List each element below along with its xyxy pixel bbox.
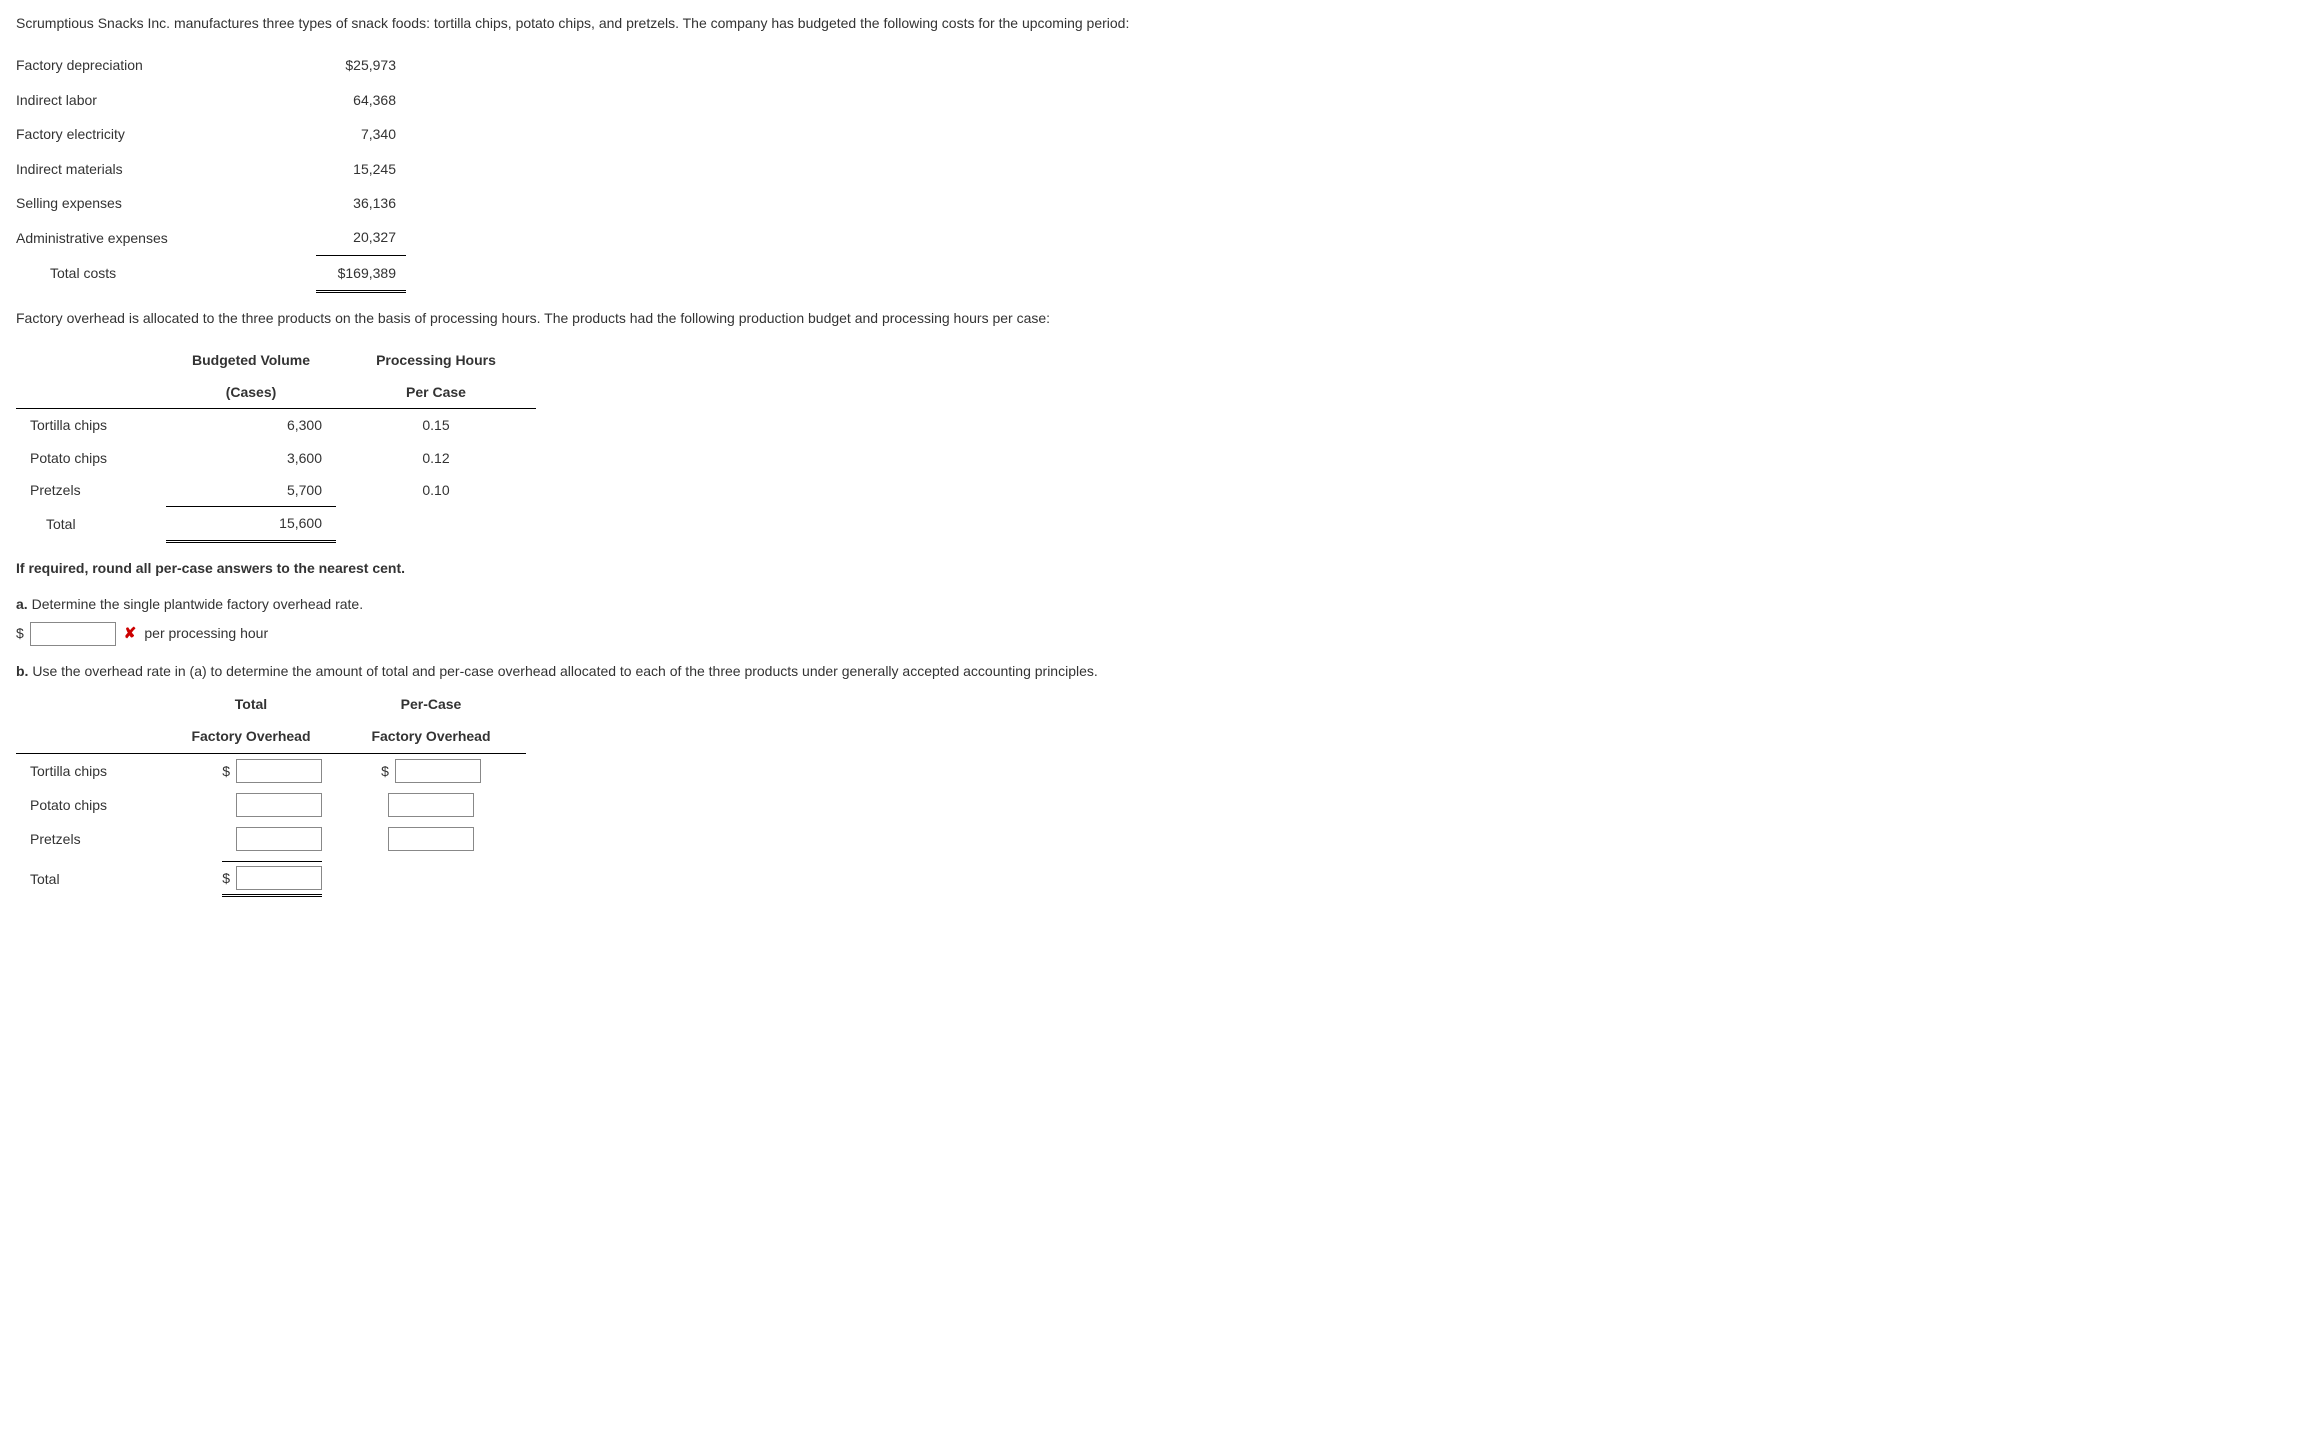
hours-value: 0.10 bbox=[336, 474, 536, 507]
question-b: b. Use the overhead rate in (a) to deter… bbox=[16, 660, 2297, 682]
cost-table: Factory depreciation $25,973 Indirect la… bbox=[16, 48, 406, 293]
table-row: Factory depreciation $25,973 bbox=[16, 48, 406, 82]
wrong-icon: ✘ bbox=[124, 622, 137, 646]
dollar-sign: $ bbox=[222, 867, 230, 889]
question-text: Determine the single plantwide factory o… bbox=[32, 596, 364, 612]
cost-value: 15,245 bbox=[316, 152, 406, 186]
product-name: Tortilla chips bbox=[16, 753, 166, 788]
col-subheader: Factory Overhead bbox=[166, 720, 336, 753]
dollar-sign: $ bbox=[381, 760, 389, 782]
table-row: Pretzels bbox=[16, 822, 526, 856]
total-overhead-total-input[interactable] bbox=[236, 866, 322, 890]
table-row: Pretzels 5,700 0.10 bbox=[16, 474, 536, 507]
col-header: Total bbox=[166, 688, 336, 720]
table-row: Potato chips bbox=[16, 788, 526, 822]
hours-value: 0.15 bbox=[336, 409, 536, 442]
table-row: Tortilla chips $ $ bbox=[16, 753, 526, 788]
col-header: Processing Hours bbox=[336, 344, 536, 376]
product-name: Potato chips bbox=[16, 788, 166, 822]
hours-value: 0.12 bbox=[336, 442, 536, 474]
cost-value: 20,327 bbox=[316, 220, 406, 255]
total-overhead-input[interactable] bbox=[236, 759, 322, 783]
intro-text: Scrumptious Snacks Inc. manufactures thr… bbox=[16, 12, 2297, 34]
cost-value: 64,368 bbox=[316, 83, 406, 117]
question-text: Use the overhead rate in (a) to determin… bbox=[32, 663, 1097, 679]
table-row: Tortilla chips 6,300 0.15 bbox=[16, 409, 536, 442]
cost-label: Factory depreciation bbox=[16, 48, 316, 82]
percase-overhead-input[interactable] bbox=[395, 759, 481, 783]
dollar-sign: $ bbox=[16, 622, 24, 644]
table-row: Factory electricity 7,340 bbox=[16, 117, 406, 151]
table-row: Potato chips 3,600 0.12 bbox=[16, 442, 536, 474]
col-header: Budgeted Volume bbox=[166, 344, 336, 376]
volume-value: 6,300 bbox=[166, 409, 336, 442]
total-overhead-input[interactable] bbox=[236, 827, 322, 851]
product-name: Pretzels bbox=[16, 474, 166, 507]
question-tag: a. bbox=[16, 596, 28, 612]
cost-label: Indirect labor bbox=[16, 83, 316, 117]
total-overhead-input[interactable] bbox=[236, 793, 322, 817]
cost-label: Indirect materials bbox=[16, 152, 316, 186]
allocation-text: Factory overhead is allocated to the thr… bbox=[16, 307, 2297, 329]
total-label: Total bbox=[16, 856, 166, 902]
table-row: Indirect materials 15,245 bbox=[16, 152, 406, 186]
cost-label: Administrative expenses bbox=[16, 220, 316, 255]
product-name: Tortilla chips bbox=[16, 409, 166, 442]
product-name: Pretzels bbox=[16, 822, 166, 856]
col-header: Per-Case bbox=[336, 688, 526, 720]
col-subheader: Per Case bbox=[336, 376, 536, 409]
table-row-total: Total 15,600 bbox=[16, 507, 536, 541]
cost-value: 36,136 bbox=[316, 186, 406, 220]
cost-total-label: Total costs bbox=[16, 255, 316, 291]
question-tag: b. bbox=[16, 663, 28, 679]
col-subheader: (Cases) bbox=[166, 376, 336, 409]
cost-value: 7,340 bbox=[316, 117, 406, 151]
dollar-sign: $ bbox=[222, 760, 230, 782]
overhead-rate-input[interactable] bbox=[30, 622, 116, 646]
question-a: a. Determine the single plantwide factor… bbox=[16, 593, 2297, 615]
col-subheader: Factory Overhead bbox=[336, 720, 526, 753]
table-row: Selling expenses 36,136 bbox=[16, 186, 406, 220]
volume-table: Budgeted Volume Processing Hours (Cases)… bbox=[16, 344, 536, 543]
cost-total-value: $169,389 bbox=[316, 255, 406, 291]
cost-label: Factory electricity bbox=[16, 117, 316, 151]
table-row: Administrative expenses 20,327 bbox=[16, 220, 406, 255]
rounding-note: If required, round all per-case answers … bbox=[16, 557, 2297, 579]
volume-value: 5,700 bbox=[166, 474, 336, 507]
volume-total: 15,600 bbox=[166, 507, 336, 541]
percase-overhead-input[interactable] bbox=[388, 793, 474, 817]
unit-label: per processing hour bbox=[144, 622, 268, 644]
product-name: Potato chips bbox=[16, 442, 166, 474]
volume-value: 3,600 bbox=[166, 442, 336, 474]
table-row-total: Total costs $169,389 bbox=[16, 255, 406, 291]
overhead-table: Total Per-Case Factory Overhead Factory … bbox=[16, 688, 526, 902]
cost-value: $25,973 bbox=[316, 48, 406, 82]
table-row: Indirect labor 64,368 bbox=[16, 83, 406, 117]
table-row-total: Total $ bbox=[16, 856, 526, 902]
percase-overhead-input[interactable] bbox=[388, 827, 474, 851]
total-label: Total bbox=[16, 507, 166, 541]
cost-label: Selling expenses bbox=[16, 186, 316, 220]
